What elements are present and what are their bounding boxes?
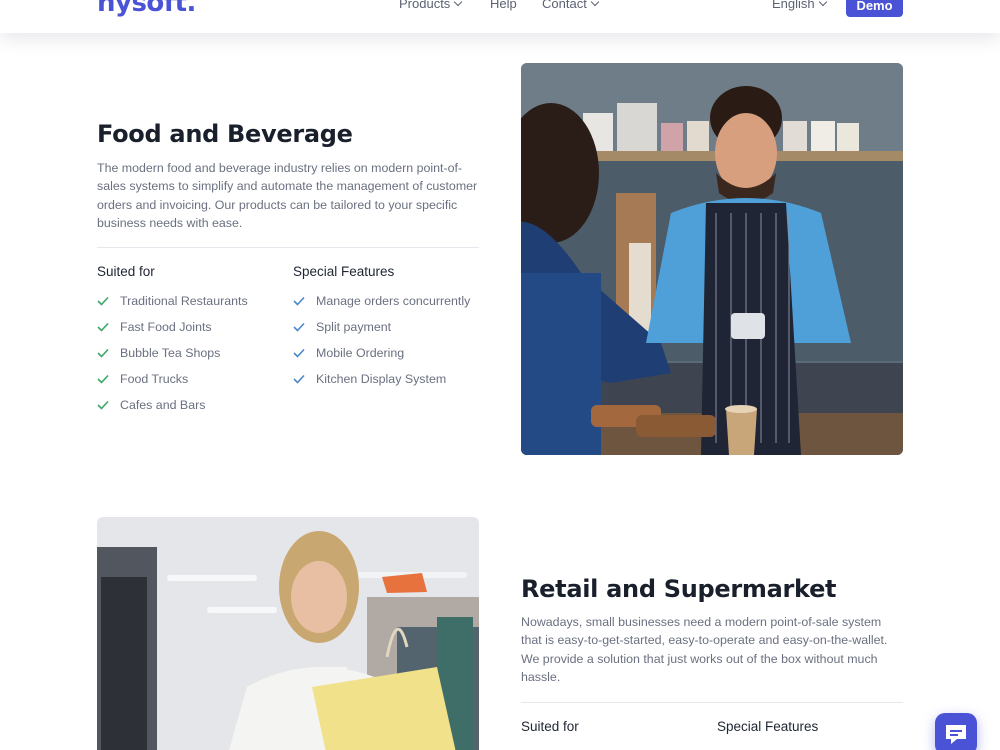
list-item: Kitchen Display System — [293, 366, 483, 392]
chevron-down-icon — [590, 0, 600, 7]
check-icon — [97, 348, 109, 358]
site-header: nysoft. Products Help Contact English De… — [0, 0, 1000, 33]
retail-title: Retail and Supermarket — [521, 575, 837, 603]
nav-contact[interactable]: Contact — [542, 0, 600, 11]
list-item: Cafes and Bars — [97, 392, 287, 418]
list-item: Traditional Restaurants — [97, 288, 287, 314]
food-suited-column: Suited for Traditional Restaurants Fast … — [97, 264, 287, 418]
retail-photo — [97, 517, 479, 750]
check-icon — [97, 400, 109, 410]
list-item-label: Kitchen Display System — [316, 372, 447, 386]
list-item-label: Fast Food Joints — [120, 320, 212, 334]
list-item-label: Bubble Tea Shops — [120, 346, 221, 360]
list-item: Mobile Ordering — [293, 340, 483, 366]
check-icon — [293, 296, 305, 306]
nav-contact-label: Contact — [542, 0, 587, 11]
food-title: Food and Beverage — [97, 120, 353, 148]
list-item: Split payment — [293, 314, 483, 340]
chevron-down-icon — [454, 0, 463, 7]
food-divider — [97, 247, 479, 248]
food-features-title: Special Features — [293, 264, 395, 279]
food-suited-title: Suited for — [97, 264, 155, 279]
chat-icon — [946, 725, 966, 744]
nav-help[interactable]: Help — [490, 0, 517, 11]
nav-products-label: Products — [399, 0, 451, 11]
list-item-label: Split payment — [316, 320, 392, 334]
demo-button[interactable]: Demo — [846, 0, 903, 17]
cafe-photo — [521, 63, 903, 455]
list-item: Manage orders concurrently — [293, 288, 483, 314]
retail-suited-title: Suited for — [521, 719, 579, 734]
language-selector[interactable]: English — [772, 0, 827, 11]
food-description: The modern food and beverage industry re… — [97, 161, 478, 230]
list-item-label: Traditional Restaurants — [120, 294, 248, 308]
list-item-label: Manage orders concurrently — [316, 294, 471, 308]
retail-divider — [521, 702, 903, 703]
check-icon — [293, 348, 305, 358]
list-item-label: Mobile Ordering — [316, 346, 405, 360]
list-item: Fast Food Joints — [97, 314, 287, 340]
language-label: English — [772, 0, 815, 11]
chevron-down-icon — [818, 0, 827, 7]
retail-description: Nowadays, small businesses need a modern… — [521, 615, 888, 684]
nav-help-label: Help — [490, 0, 517, 11]
check-icon — [97, 296, 109, 306]
chat-button[interactable] — [935, 713, 977, 750]
list-item: Bubble Tea Shops — [97, 340, 287, 366]
list-item-label: Food Trucks — [120, 372, 189, 386]
food-features-column: Special Features Manage orders concurren… — [293, 264, 483, 392]
list-item: Food Trucks — [97, 366, 287, 392]
check-icon — [293, 374, 305, 384]
check-icon — [293, 322, 305, 332]
nav-products[interactable]: Products — [399, 0, 463, 11]
brand-logo[interactable]: nysoft. — [97, 0, 196, 18]
check-icon — [97, 322, 109, 332]
retail-features-title: Special Features — [717, 719, 819, 734]
list-item-label: Cafes and Bars — [120, 398, 206, 412]
check-icon — [97, 374, 109, 384]
